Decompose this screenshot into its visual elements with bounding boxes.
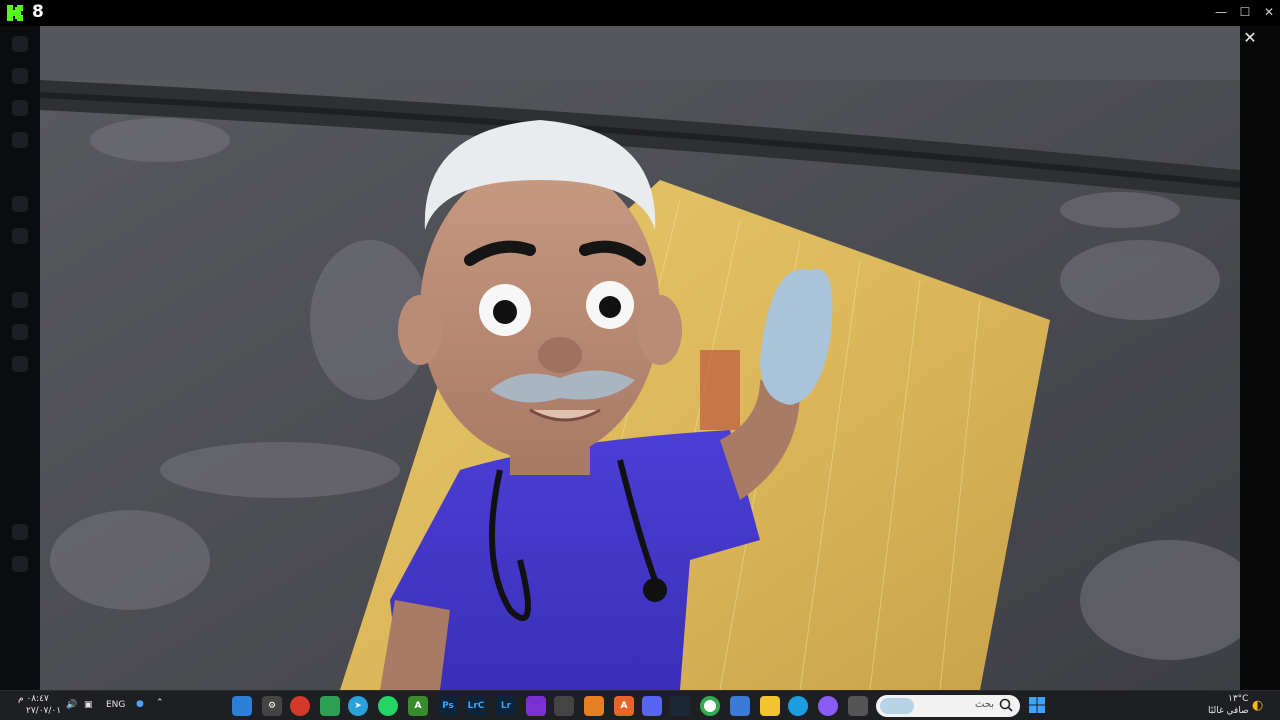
weather-condition[interactable]: صافي غالبًا [1208,706,1249,716]
copilot-icon[interactable] [818,696,838,716]
sidebar-app-icon [12,356,28,372]
kick-logo-icon[interactable] [6,4,26,22]
windows-taskbar: ٠٨:٤٧ م ٢٧/٠٧/٠١ 🔊 ▣ ENG ● ⌃ ⚙ ➤ A Ps Lr… [0,690,1280,720]
whatsapp-icon[interactable] [378,696,398,716]
language-indicator[interactable]: ENG [106,700,125,710]
sidebar-app-icon [12,196,28,212]
app-titlebar: 8 — ☐ ✕ [0,0,1280,26]
network-icon[interactable]: ▣ [84,700,93,710]
right-strip [1240,26,1280,690]
sidebar-app-icon [12,292,28,308]
sidebar-app-icon [12,524,28,540]
steam-icon[interactable] [670,696,690,716]
sidebar-app-icon [12,36,28,52]
chevron-up-icon[interactable]: ⌃ [156,698,164,708]
telegram-icon[interactable]: ➤ [348,696,368,716]
photo-viewer-image [40,0,1240,690]
taskbar-app-icon[interactable] [232,696,252,716]
settings-icon[interactable]: ⚙ [262,696,282,716]
discord-icon[interactable] [642,696,662,716]
taskbar-app-icon[interactable]: A [614,696,634,716]
browser-icon[interactable] [290,696,310,716]
search-highlight-image [880,698,914,714]
sidebar-app-icon [12,100,28,116]
sidebar-app-icon [12,556,28,572]
minimize-button[interactable]: — [1210,2,1232,22]
taskbar-app-icon[interactable] [554,696,574,716]
lightroom-classic-icon[interactable]: LrC [466,696,486,716]
figurine-photo [40,0,1240,690]
maximize-button[interactable]: ☐ [1234,2,1256,22]
lightroom-icon[interactable]: Lr [496,696,516,716]
sidebar-app-icon [12,132,28,148]
taskbar-app-icon[interactable] [584,696,604,716]
search-input[interactable]: بحث [876,695,1020,717]
chrome-icon[interactable] [700,696,720,716]
clock-time[interactable]: ٠٨:٤٧ م [18,694,49,704]
calendar-icon[interactable] [730,696,750,716]
weather-icon[interactable]: ◐ [1252,698,1263,713]
sidebar-app-icon [12,68,28,84]
search-icon [999,698,1013,712]
photoshop-icon[interactable]: Ps [438,696,458,716]
clock-date[interactable]: ٢٧/٠٧/٠١ [26,706,61,716]
search-placeholder: بحث [974,699,994,710]
edge-icon[interactable] [788,696,808,716]
viewer-stage: ✕ [0,0,1280,690]
taskbar-app-icon[interactable] [848,696,868,716]
sidebar-app-icon [12,324,28,340]
sidebar-app-icon [12,228,28,244]
volume-icon[interactable]: 🔊 [66,700,77,710]
mic-icon[interactable]: ● [136,699,144,709]
taskbar-app-icon[interactable] [526,696,546,716]
notification-count: 8 [32,2,44,22]
taskbar-app-icon[interactable] [320,696,340,716]
weather-temp[interactable]: ١٣°C [1228,694,1248,704]
close-button[interactable]: ✕ [1258,2,1280,22]
background-sidebar [0,26,40,690]
viewer-close-button[interactable]: ✕ [1238,26,1262,50]
file-explorer-icon[interactable] [760,696,780,716]
windows-start-icon[interactable] [1028,696,1046,714]
android-studio-icon[interactable]: A [408,696,428,716]
